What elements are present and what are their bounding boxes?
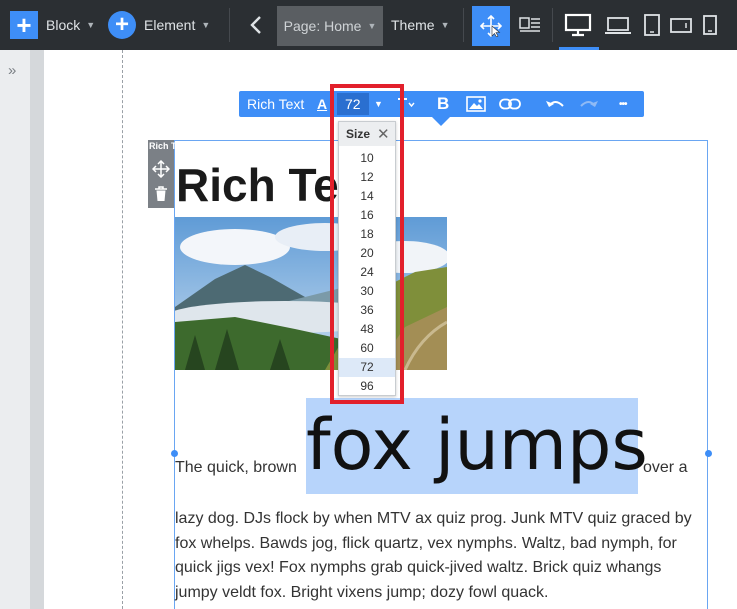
drag-move-icon[interactable] bbox=[152, 160, 170, 178]
element-type-label: Rich T bbox=[149, 141, 177, 151]
link-icon bbox=[499, 98, 521, 110]
resize-handle-right[interactable] bbox=[705, 450, 712, 457]
paragraph-line: fox whelps. Bawds jog, flick quartz, vex… bbox=[175, 534, 677, 552]
bold-icon: B bbox=[437, 94, 450, 113]
add-block-label: Block bbox=[46, 17, 81, 33]
plus-circle-icon: + bbox=[108, 11, 136, 39]
plus-icon: + bbox=[10, 11, 38, 39]
device-active-indicator bbox=[559, 47, 599, 50]
paragraph-start-text[interactable]: The quick, brown bbox=[175, 459, 297, 477]
top-toolbar: + Block ▼ + Element ▼ Page: Home ▼ Theme… bbox=[0, 0, 737, 50]
guide-line bbox=[122, 50, 123, 609]
font-color-button[interactable]: A bbox=[317, 94, 327, 114]
toolbar-divider bbox=[229, 8, 230, 42]
selected-large-text[interactable]: fox jumps bbox=[306, 404, 648, 486]
left-panel bbox=[0, 50, 30, 609]
chevron-down-icon: ▼ bbox=[201, 20, 211, 30]
layout-list-icon bbox=[519, 17, 540, 32]
landscape-image[interactable] bbox=[175, 217, 447, 370]
paragraph-line: jumpy veldt fox. Bright vixens jump; doz… bbox=[175, 583, 549, 601]
undo-button[interactable] bbox=[545, 94, 565, 114]
move-cursor-icon bbox=[480, 15, 502, 37]
insert-image-button[interactable] bbox=[466, 94, 486, 114]
insert-link-button[interactable] bbox=[499, 94, 521, 114]
theme-label: Theme bbox=[391, 17, 435, 33]
bold-button[interactable]: B bbox=[437, 94, 449, 114]
device-tablet-button[interactable] bbox=[642, 0, 662, 50]
add-element-label: Element bbox=[144, 17, 196, 33]
theme-menu[interactable]: Theme ▼ bbox=[391, 0, 450, 50]
redo-button[interactable] bbox=[579, 94, 599, 114]
move-mode-button[interactable] bbox=[472, 6, 510, 46]
chevron-down-icon: ▼ bbox=[440, 20, 450, 30]
device-laptop-button[interactable] bbox=[604, 0, 632, 50]
trash-icon[interactable] bbox=[154, 186, 168, 202]
resize-handle-left[interactable] bbox=[171, 450, 178, 457]
layout-toggle-button[interactable] bbox=[519, 0, 541, 50]
more-icon: ••• bbox=[619, 98, 627, 110]
paragraph-line: quick jigs vex! Fox nymphs grab quick-ji… bbox=[175, 559, 662, 576]
toolbar-divider bbox=[552, 8, 553, 42]
rich-text-label: Rich Text bbox=[247, 96, 305, 112]
device-tablet-landscape-button[interactable] bbox=[669, 0, 693, 50]
paragraph-line: lazy dog. DJs flock by when MTV ax quiz … bbox=[175, 510, 692, 527]
expand-panel-icon[interactable]: » bbox=[8, 62, 16, 79]
chevron-down-icon: ▼ bbox=[367, 21, 377, 31]
element-tools-panel: Rich T bbox=[148, 140, 177, 208]
redo-icon bbox=[580, 101, 598, 107]
add-element-button[interactable]: + Element ▼ bbox=[108, 0, 210, 50]
rich-text-toolbar: Rich Text A ▼ B ••• bbox=[239, 91, 644, 126]
back-button[interactable] bbox=[249, 0, 263, 50]
paragraph-inline-text[interactable]: over a bbox=[643, 459, 687, 477]
toolbar-divider bbox=[463, 8, 464, 42]
desktop-icon bbox=[564, 13, 592, 37]
tablet-icon bbox=[644, 14, 660, 36]
more-options-button[interactable]: ••• bbox=[619, 94, 627, 114]
undo-icon bbox=[546, 101, 564, 107]
toolbar-pointer bbox=[432, 117, 450, 126]
add-block-button[interactable]: + Block ▼ bbox=[10, 0, 95, 50]
device-mobile-button[interactable] bbox=[701, 0, 719, 50]
tablet-landscape-icon bbox=[670, 18, 692, 33]
mobile-icon bbox=[703, 15, 717, 35]
paragraph-body[interactable]: lazy dog. DJs flock by when MTV ax quiz … bbox=[175, 507, 705, 605]
laptop-icon bbox=[605, 17, 631, 34]
page-selector-label: Page: Home bbox=[283, 18, 362, 34]
left-panel-edge[interactable] bbox=[30, 50, 44, 609]
chevron-left-icon bbox=[250, 16, 261, 34]
font-color-icon: A bbox=[317, 96, 328, 112]
device-desktop-button[interactable] bbox=[564, 0, 592, 50]
page-selector[interactable]: Page: Home ▼ bbox=[277, 6, 383, 46]
image-icon bbox=[466, 96, 486, 112]
highlight-annotation-box bbox=[330, 84, 404, 404]
chevron-down-icon: ▼ bbox=[86, 20, 96, 30]
